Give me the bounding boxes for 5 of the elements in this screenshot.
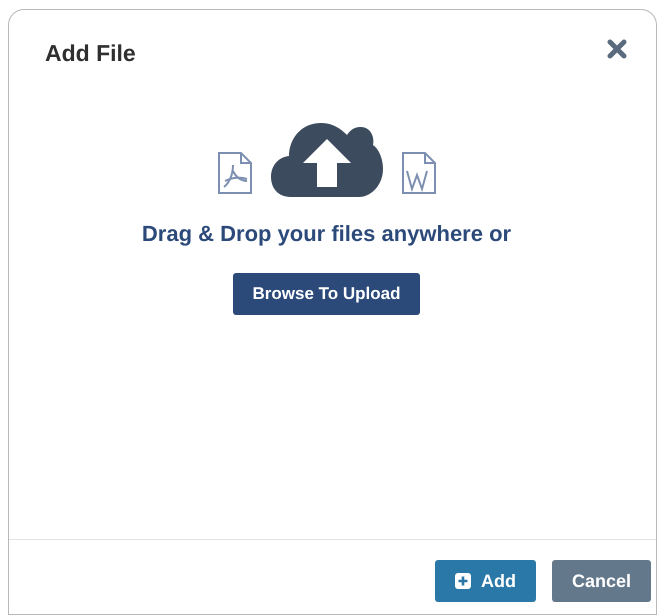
drop-prompt: Drag & Drop your files anywhere or (142, 221, 512, 247)
add-button[interactable]: Add (435, 560, 536, 602)
browse-button[interactable]: Browse To Upload (232, 273, 420, 315)
dialog-title: Add File (45, 40, 136, 67)
cancel-button[interactable]: Cancel (552, 560, 652, 602)
